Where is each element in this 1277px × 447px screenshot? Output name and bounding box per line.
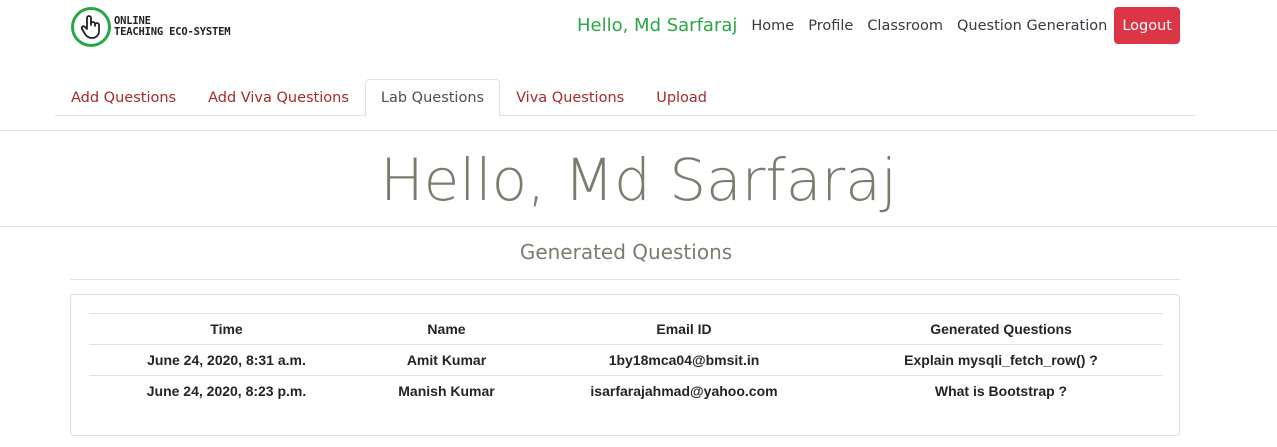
table-row: June 24, 2020, 8:23 p.m. Manish Kumar is… [89, 375, 1163, 407]
logout-button[interactable]: Logout [1114, 7, 1180, 44]
brand-line-2: TEACHING ECO-SYSTEM [114, 26, 231, 38]
nav-classroom-link[interactable]: Classroom [867, 18, 943, 34]
header-generated-questions: Generated Questions [839, 313, 1163, 345]
page-title: Hello, Md Sarfaraj [380, 146, 897, 214]
tab-add-questions[interactable]: Add Questions [55, 79, 192, 116]
nav-profile-link[interactable]: Profile [808, 18, 853, 34]
table-header-row: Time Name Email ID Generated Questions [89, 313, 1163, 345]
brand-logo[interactable]: ONLINE TEACHING ECO-SYSTEM [71, 7, 231, 47]
tab-add-viva-questions[interactable]: Add Viva Questions [192, 79, 365, 116]
navbar: Hello, Md Sarfaraj Home Profile Classroo… [577, 7, 1180, 44]
hand-pointer-icon [71, 7, 111, 47]
header-email: Email ID [529, 313, 839, 345]
cell-time: June 24, 2020, 8:23 p.m. [89, 375, 364, 407]
nav-home-link[interactable]: Home [751, 18, 794, 34]
cell-question: What is Bootstrap ? [839, 375, 1163, 407]
divider [0, 226, 1277, 227]
divider [70, 279, 1180, 280]
navbar-greeting: Hello, Md Sarfaraj [576, 15, 738, 36]
tab-viva-questions[interactable]: Viva Questions [500, 79, 640, 116]
divider [0, 130, 1277, 131]
questions-card: Time Name Email ID Generated Questions J… [70, 294, 1180, 436]
brand-name: ONLINE TEACHING ECO-SYSTEM [114, 16, 231, 38]
header-time: Time [89, 313, 364, 345]
cell-name: Manish Kumar [364, 375, 529, 407]
cell-email: 1by18mca04@bmsit.in [529, 344, 839, 376]
tab-upload[interactable]: Upload [640, 79, 723, 116]
tab-lab-questions[interactable]: Lab Questions [364, 79, 501, 117]
cell-name: Amit Kumar [364, 344, 529, 376]
questions-table: Time Name Email ID Generated Questions J… [89, 313, 1163, 407]
header-name: Name [364, 313, 529, 345]
cell-email: isarfarajahmad@yahoo.com [529, 375, 839, 407]
cell-question: Explain mysqli_fetch_row() ? [839, 344, 1163, 376]
nav-question-generation-link[interactable]: Question Generation [957, 18, 1107, 34]
cell-time: June 24, 2020, 8:31 a.m. [89, 344, 364, 376]
table-row: June 24, 2020, 8:31 a.m. Amit Kumar 1by1… [89, 344, 1163, 376]
question-tabs: Add Questions Add Viva Questions Lab Que… [55, 79, 1195, 117]
section-title: Generated Questions [519, 240, 733, 264]
